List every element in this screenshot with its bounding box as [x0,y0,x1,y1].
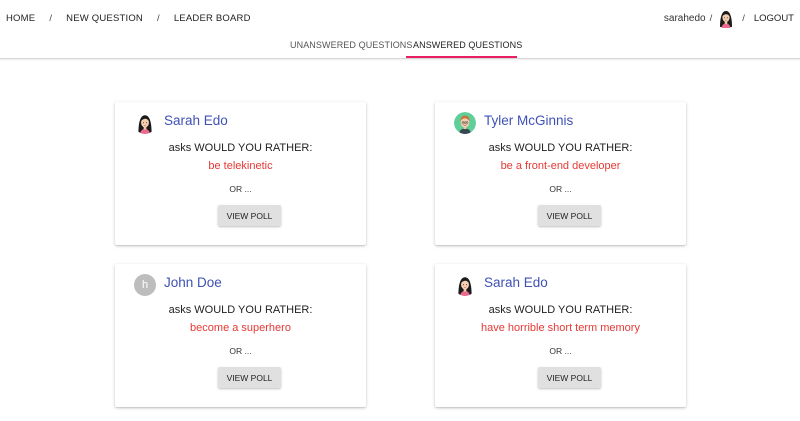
user-avatar-icon [716,8,736,28]
or-separator: OR ... [229,184,252,194]
question-author: John Doe [164,275,222,290]
question-option: be a front-end developer [500,160,621,172]
nav-separator: / [709,12,713,24]
view-poll-button[interactable]: VIEW POLL [218,367,281,388]
sarah-avatar-icon [454,274,476,296]
sarah-avatar-icon [134,112,156,134]
current-username: sarahedo [663,12,706,24]
or-separator: OR ... [549,184,572,194]
logout-link[interactable]: LOGOUT [754,13,794,24]
active-tab-indicator [406,56,517,58]
or-separator: OR ... [549,346,572,356]
tab-answered-questions[interactable]: ANSWERED QUESTIONS [413,40,522,50]
view-poll-button[interactable]: VIEW POLL [538,367,601,388]
tyler-avatar-icon [454,112,476,134]
nav-leader-board-link[interactable]: LEADER BOARD [174,13,251,24]
question-author: Sarah Edo [484,275,548,290]
question-prompt: asks WOULD YOU RATHER: [168,304,313,316]
question-option: become a superhero [190,322,291,334]
nav-separator: / [49,13,53,24]
question-prompt: asks WOULD YOU RATHER: [168,142,313,154]
question-author: Sarah Edo [164,113,228,128]
nav-separator: / [742,12,745,24]
nav-separator: / [156,13,160,24]
nav-new-question-link[interactable]: NEW QUESTION [66,13,143,24]
question-card: Tyler McGinnis asks WOULD YOU RATHER: be… [435,102,686,245]
nav-home-link[interactable]: HOME [6,13,35,24]
question-card: Sarah Edo asks WOULD YOU RATHER: be tele… [115,102,366,245]
user-menu: sarahedo / / LOGOUT [664,8,794,28]
question-card: h John Doe asks WOULD YOU RATHER: become… [115,264,366,407]
question-card: Sarah Edo asks WOULD YOU RATHER: have ho… [435,264,686,407]
question-option: be telekinetic [208,160,273,172]
question-author: Tyler McGinnis [484,113,574,128]
main-menu: HOME / NEW QUESTION / LEADER BOARD [6,13,251,24]
letter-avatar: h [134,274,156,296]
tab-unanswered-questions[interactable]: UNANSWERED QUESTIONS [290,40,413,50]
question-tabs: UNANSWERED QUESTIONS ANSWERED QUESTIONS [0,36,800,59]
view-poll-button[interactable]: VIEW POLL [218,205,281,226]
question-prompt: asks WOULD YOU RATHER: [488,304,633,316]
question-prompt: asks WOULD YOU RATHER: [488,142,633,154]
top-navigation: HOME / NEW QUESTION / LEADER BOARD sarah… [0,0,800,36]
question-option: have horrible short term memory [481,322,640,334]
view-poll-button[interactable]: VIEW POLL [538,205,601,226]
or-separator: OR ... [229,346,252,356]
